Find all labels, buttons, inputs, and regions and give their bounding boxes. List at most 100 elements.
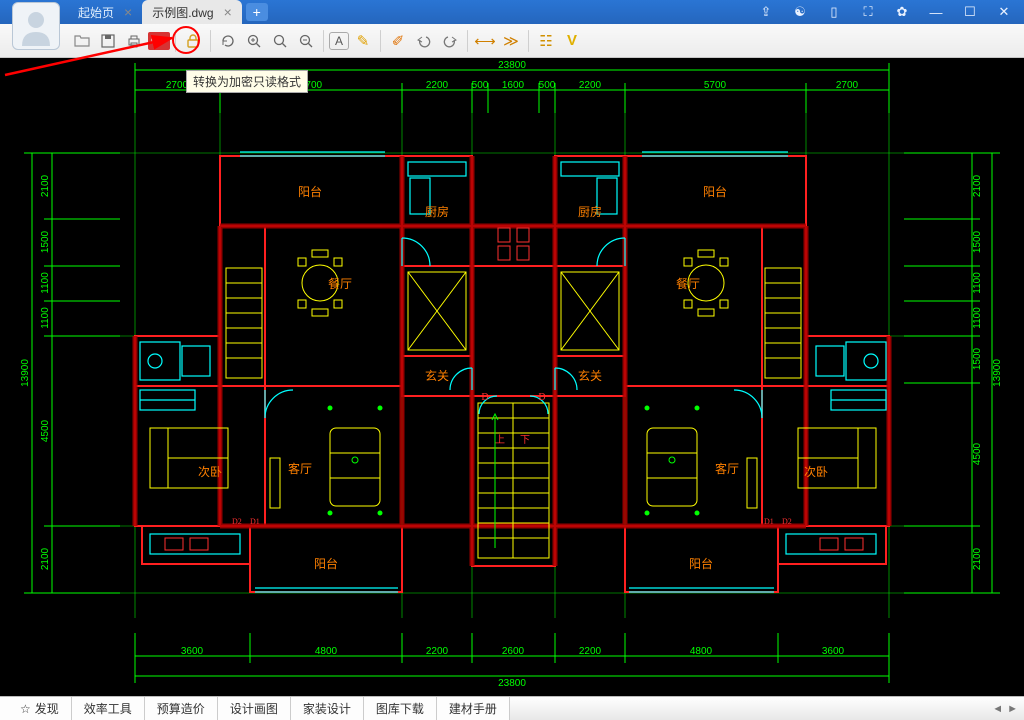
share-icon[interactable]: ⇪ — [754, 0, 778, 24]
svg-text:1100: 1100 — [40, 272, 51, 294]
rotate-button[interactable] — [216, 29, 240, 53]
svg-text:23800: 23800 — [498, 678, 526, 689]
svg-text:2100: 2100 — [40, 547, 51, 570]
bottom-tab-budget[interactable]: 预算造价 — [145, 697, 218, 720]
open-button[interactable] — [70, 29, 94, 53]
title-bar: 起始页 × 示例图.dwg × + ⇪ ☯ ▯ ⛶ ✿ — ☐ ✕ — [0, 0, 1024, 24]
svg-text:1100: 1100 — [40, 307, 51, 329]
svg-text:玄关: 玄关 — [425, 368, 449, 383]
svg-text:2600: 2600 — [502, 646, 525, 657]
print-button[interactable] — [122, 29, 146, 53]
settings-icon[interactable]: ✿ — [890, 0, 914, 24]
svg-text:次卧: 次卧 — [198, 465, 222, 479]
close-icon[interactable]: × — [224, 5, 232, 19]
main-toolbar: PDF A ✎ ✐ ⟷ ≫ ☷ V — [0, 24, 1024, 58]
mobile-icon[interactable]: ▯ — [822, 0, 846, 24]
bottom-tab-materials[interactable]: 建材手册 — [437, 697, 510, 720]
svg-text:1600: 1600 — [502, 80, 525, 91]
svg-text:1100: 1100 — [972, 272, 983, 294]
tab-start[interactable]: 起始页 × — [68, 0, 142, 24]
fullscreen-icon[interactable]: ⛶ — [856, 0, 880, 24]
maximize-icon[interactable]: ☐ — [958, 0, 982, 24]
svg-text:4500: 4500 — [40, 419, 51, 442]
bottom-tab-tools[interactable]: 效率工具 — [72, 697, 145, 720]
svg-text:2700: 2700 — [836, 80, 859, 91]
separator — [467, 30, 468, 52]
bottom-tab-library[interactable]: 图库下载 — [364, 697, 437, 720]
bottom-scroll[interactable]: ◄► — [986, 697, 1024, 720]
svg-text:2100: 2100 — [40, 174, 51, 197]
layers-button[interactable]: ☷ — [534, 29, 558, 53]
measure-linear-button[interactable]: ⟷ — [473, 29, 497, 53]
lock-tooltip: 转换为加密只读格式 — [186, 70, 308, 93]
svg-text:2100: 2100 — [972, 174, 983, 197]
new-tab-button[interactable]: + — [246, 3, 268, 21]
svg-text:餐厅: 餐厅 — [676, 276, 700, 291]
redo-button[interactable] — [438, 29, 462, 53]
separator — [380, 30, 381, 52]
save-button[interactable] — [96, 29, 120, 53]
document-tabs: 起始页 × 示例图.dwg × + — [68, 0, 272, 24]
svg-text:4500: 4500 — [972, 442, 983, 465]
svg-text:阳台: 阳台 — [298, 184, 322, 199]
bottom-tab-design[interactable]: 设计画图 — [218, 697, 291, 720]
svg-text:客厅: 客厅 — [288, 461, 312, 476]
svg-text:4800: 4800 — [315, 646, 338, 657]
vip-button[interactable]: V — [560, 29, 584, 53]
close-icon[interactable]: × — [124, 5, 132, 19]
svg-text:阳台: 阳台 — [703, 184, 727, 199]
pencil-button[interactable]: ✎ — [351, 29, 375, 53]
zoom-in-button[interactable] — [242, 29, 266, 53]
separator — [528, 30, 529, 52]
zoom-out-button[interactable] — [294, 29, 318, 53]
chevron-right-icon: ► — [1007, 703, 1018, 715]
svg-text:1500: 1500 — [972, 230, 983, 253]
wechat-icon[interactable]: ☯ — [788, 0, 812, 24]
svg-text:次卧: 次卧 — [804, 465, 828, 479]
lock-button[interactable] — [181, 29, 205, 53]
svg-text:4800: 4800 — [690, 646, 713, 657]
bottom-tab-decor[interactable]: 家装设计 — [291, 697, 364, 720]
svg-text:D2: D2 — [232, 517, 242, 526]
close-window-icon[interactable]: ✕ — [992, 0, 1016, 24]
svg-text:客厅: 客厅 — [715, 461, 739, 476]
svg-text:500: 500 — [539, 80, 556, 91]
text-button[interactable]: A — [329, 32, 349, 50]
bottom-tab-discover[interactable]: ☆ 发现 — [0, 697, 72, 720]
svg-text:2200: 2200 — [579, 80, 602, 91]
svg-text:23800: 23800 — [498, 60, 526, 71]
svg-text:厨房: 厨房 — [425, 204, 449, 219]
svg-text:玄关: 玄关 — [578, 368, 602, 383]
measure-area-button[interactable]: ≫ — [499, 29, 523, 53]
svg-text:13900: 13900 — [20, 359, 31, 387]
svg-text:餐厅: 餐厅 — [328, 276, 352, 291]
svg-text:5700: 5700 — [704, 80, 727, 91]
tab-document[interactable]: 示例图.dwg × — [142, 0, 242, 24]
svg-text:2200: 2200 — [579, 646, 602, 657]
floor-plan: 23800 2700 5700 2200 500 1600 500 2200 5… — [0, 58, 1024, 696]
svg-text:1100: 1100 — [972, 307, 983, 329]
svg-text:下: 下 — [520, 435, 530, 446]
svg-text:D: D — [538, 392, 545, 403]
user-avatar[interactable] — [12, 2, 60, 50]
svg-text:D1: D1 — [250, 517, 260, 526]
zoom-extent-button[interactable] — [268, 29, 292, 53]
highlighter-button[interactable]: ✐ — [386, 29, 410, 53]
tab-label: 示例图.dwg — [152, 4, 213, 21]
svg-text:阳台: 阳台 — [689, 556, 713, 571]
svg-text:3600: 3600 — [822, 646, 845, 657]
drawing-canvas[interactable]: 23800 2700 5700 2200 500 1600 500 2200 5… — [0, 58, 1024, 696]
svg-text:D: D — [481, 392, 488, 403]
svg-text:阳台: 阳台 — [314, 556, 338, 571]
bottom-tab-bar: ☆ 发现 效率工具 预算造价 设计画图 家装设计 图库下载 建材手册 ◄► — [0, 696, 1024, 720]
svg-text:上: 上 — [495, 434, 505, 446]
pdf-button[interactable]: PDF — [148, 32, 170, 50]
svg-text:1500: 1500 — [972, 347, 983, 370]
svg-text:D2: D2 — [782, 517, 792, 526]
svg-text:2100: 2100 — [972, 547, 983, 570]
minimize-icon[interactable]: — — [924, 0, 948, 24]
window-controls: ⇪ ☯ ▯ ⛶ ✿ — ☐ ✕ — [746, 0, 1024, 24]
svg-text:厨房: 厨房 — [578, 204, 602, 219]
svg-text:2200: 2200 — [426, 646, 449, 657]
undo-button[interactable] — [412, 29, 436, 53]
